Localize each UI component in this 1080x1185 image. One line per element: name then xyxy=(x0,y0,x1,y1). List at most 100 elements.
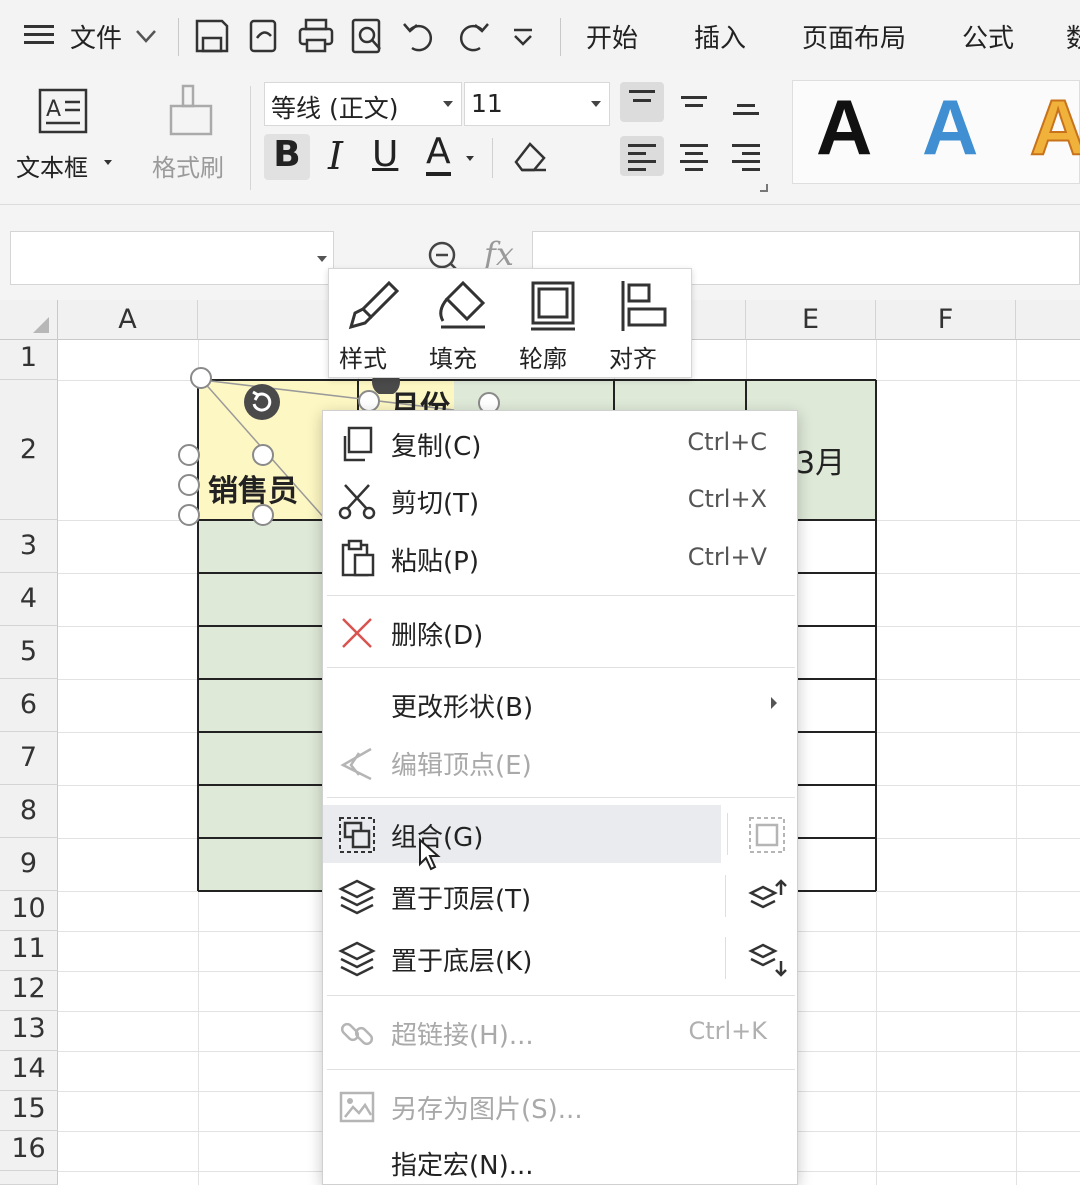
bold-button[interactable]: B xyxy=(264,134,310,180)
row-header[interactable]: 9 xyxy=(0,838,58,891)
image-icon xyxy=(339,1091,375,1123)
change-shape-menu-item[interactable]: 更改形状(B) xyxy=(323,675,797,733)
bring-to-front-icon[interactable] xyxy=(747,877,787,917)
chevron-down-icon xyxy=(443,101,453,107)
dialog-launcher-icon[interactable] xyxy=(760,184,768,192)
shape-align-button[interactable]: 对齐 xyxy=(599,269,689,379)
format-painter-label[interactable]: 格式刷 xyxy=(152,148,224,183)
menu-divider xyxy=(725,937,726,979)
row-header[interactable]: 2 xyxy=(0,380,58,520)
save-as-picture-menu-item[interactable]: 另存为图片(S)... xyxy=(323,1077,797,1135)
send-to-back-icon[interactable] xyxy=(747,939,787,979)
rotate-handle-icon[interactable] xyxy=(242,382,282,422)
align-bottom-icon[interactable] xyxy=(724,82,768,122)
font-size-select[interactable]: 11 xyxy=(464,82,610,126)
chevron-down-icon[interactable] xyxy=(134,26,158,46)
chevron-down-icon[interactable] xyxy=(104,160,112,165)
format-painter-icon[interactable] xyxy=(166,82,216,138)
column-header[interactable]: F xyxy=(876,300,1016,340)
resize-handle[interactable] xyxy=(178,504,200,526)
cut-menu-item[interactable]: 剪切(T) Ctrl+X xyxy=(323,471,797,529)
text-style-orange-outline[interactable]: A xyxy=(1029,87,1080,167)
cell-salesperson[interactable]: 销售员 xyxy=(208,466,298,510)
shape-outline-button[interactable]: 轮廓 xyxy=(509,269,599,379)
align-left-icon[interactable] xyxy=(620,136,664,176)
column-header[interactable] xyxy=(1016,300,1080,340)
menu-divider xyxy=(727,813,728,855)
resize-handle[interactable] xyxy=(178,474,200,496)
send-to-back-menu-item[interactable]: 置于底层(K) xyxy=(323,929,797,987)
paste-menu-item[interactable]: 粘贴(P) Ctrl+V xyxy=(323,529,797,587)
assign-macro-menu-item[interactable]: 指定宏(N)... xyxy=(323,1133,797,1185)
cell-march[interactable]: 3月 xyxy=(796,438,845,482)
save-icon[interactable] xyxy=(192,16,232,56)
tab-page-layout[interactable]: 页面布局 xyxy=(802,18,906,55)
tab-insert[interactable]: 插入 xyxy=(694,18,746,55)
print-icon[interactable] xyxy=(296,16,336,56)
shape-fill-button[interactable]: 填充 xyxy=(419,269,509,379)
resize-handle[interactable] xyxy=(178,444,200,466)
fill-bucket-icon xyxy=(439,280,486,329)
chevron-down-icon[interactable] xyxy=(466,156,474,161)
row-header[interactable]: 4 xyxy=(0,573,58,626)
bring-to-front-menu-item[interactable]: 置于顶层(T) xyxy=(323,867,797,925)
layers-down-icon xyxy=(338,941,376,977)
row-header[interactable]: 1 xyxy=(0,340,58,380)
italic-button[interactable]: I xyxy=(328,134,343,178)
edit-points-menu-item[interactable]: 编辑顶点(E) xyxy=(323,733,797,791)
hamburger-menu-icon[interactable] xyxy=(22,18,56,52)
row-header[interactable]: 11 xyxy=(0,931,58,971)
row-header[interactable]: 8 xyxy=(0,785,58,838)
toolbar-separator xyxy=(178,18,179,56)
shape-style-button[interactable]: 样式 xyxy=(329,269,419,379)
align-center-icon[interactable] xyxy=(672,136,716,176)
menu-divider xyxy=(725,875,726,917)
row-header[interactable]: 14 xyxy=(0,1051,58,1091)
row-header[interactable]: 5 xyxy=(0,626,58,679)
align-right-icon[interactable] xyxy=(724,136,768,176)
undo-icon[interactable] xyxy=(400,16,440,56)
resize-handle[interactable] xyxy=(252,444,274,466)
textbox-icon[interactable]: A xyxy=(36,86,90,136)
tab-home[interactable]: 开始 xyxy=(586,18,638,55)
row-header[interactable]: 10 xyxy=(0,891,58,931)
column-header[interactable]: E xyxy=(746,300,876,340)
column-header[interactable]: A xyxy=(58,300,198,340)
row-header[interactable]: 12 xyxy=(0,971,58,1011)
export-icon[interactable] xyxy=(244,16,284,56)
group-menu-item[interactable]: 组合(G) xyxy=(323,805,721,863)
text-style-blue[interactable]: A xyxy=(922,88,978,166)
text-style-black[interactable]: A xyxy=(816,88,872,166)
row-header[interactable]: 3 xyxy=(0,520,58,573)
select-all-corner[interactable] xyxy=(0,300,58,340)
print-preview-icon[interactable] xyxy=(348,16,388,56)
resize-handle[interactable] xyxy=(252,504,274,526)
cut-label: 剪切(T) xyxy=(391,489,480,519)
tab-data[interactable]: 数 xyxy=(1066,18,1080,55)
name-box[interactable] xyxy=(10,231,334,285)
chevron-down-icon xyxy=(317,256,327,262)
textbox-label[interactable]: 文本框 xyxy=(16,148,88,183)
row-header[interactable]: 6 xyxy=(0,679,58,732)
row-header[interactable]: 16 xyxy=(0,1131,58,1171)
row-header[interactable]: 7 xyxy=(0,732,58,785)
shape-style-label: 样式 xyxy=(339,345,387,373)
align-middle-icon[interactable] xyxy=(672,82,716,122)
row-header[interactable] xyxy=(0,1171,58,1185)
hyperlink-menu-item[interactable]: 超链接(H)... Ctrl+K xyxy=(323,1003,797,1061)
underline-button[interactable]: U xyxy=(372,134,398,175)
file-menu[interactable]: 文件 xyxy=(70,18,122,55)
redo-icon[interactable] xyxy=(452,16,492,56)
delete-menu-item[interactable]: 删除(D) xyxy=(323,603,797,661)
font-name-select[interactable]: 等线 (正文) xyxy=(264,82,462,126)
group-shortcut-icon[interactable] xyxy=(747,815,787,855)
row-header[interactable]: 13 xyxy=(0,1011,58,1051)
align-top-icon[interactable] xyxy=(620,82,664,122)
resize-handle[interactable] xyxy=(190,367,212,389)
font-color-button[interactable]: A xyxy=(426,132,451,176)
customize-toolbar-icon[interactable] xyxy=(508,22,538,52)
copy-menu-item[interactable]: 复制(C) Ctrl+C xyxy=(323,414,797,472)
row-header[interactable]: 15 xyxy=(0,1091,58,1131)
tab-formulas[interactable]: 公式 xyxy=(962,18,1014,55)
eraser-icon[interactable] xyxy=(508,136,552,176)
